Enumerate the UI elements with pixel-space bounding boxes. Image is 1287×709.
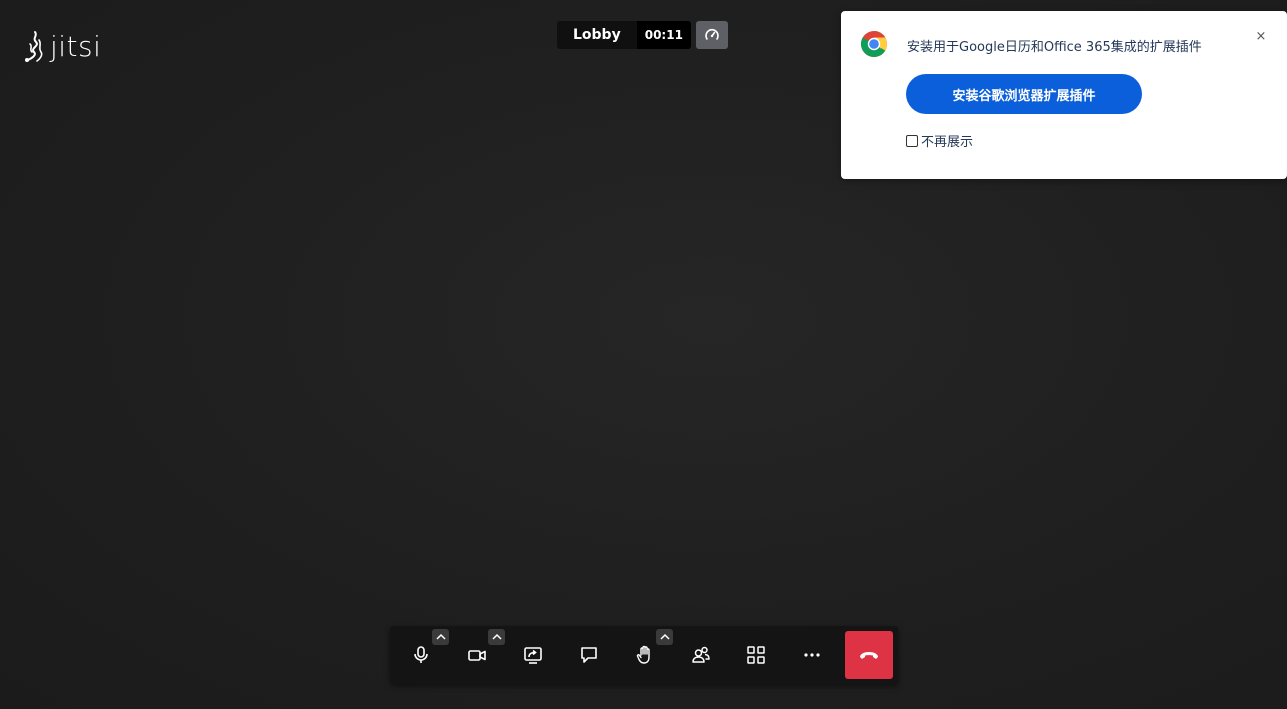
participants-icon <box>692 646 710 663</box>
logo-text: jitsi <box>50 30 102 63</box>
share-screen-icon <box>524 647 542 664</box>
speedometer-icon <box>705 28 719 40</box>
raise-hand-icon <box>636 645 650 664</box>
conference-subject: Lobby <box>557 21 637 49</box>
chrome-icon <box>860 31 887 58</box>
jitsi-logo[interactable]: jitsi <box>24 30 101 64</box>
tile-view-button[interactable] <box>738 637 774 673</box>
conference-timer: 00:11 <box>636 21 691 49</box>
microphone-options-button[interactable] <box>432 629 449 645</box>
dont-show-checkbox[interactable] <box>906 134 918 147</box>
chevron-up-icon <box>435 633 446 640</box>
notification-title: 安装用于Google日历和Office 365集成的扩展插件 <box>907 40 1202 55</box>
more-button[interactable] <box>794 637 830 673</box>
camera-options-button[interactable] <box>488 629 505 645</box>
hangup-icon <box>860 652 878 659</box>
microphone-icon <box>414 646 428 663</box>
participants-button[interactable] <box>683 637 719 673</box>
tile-view-icon <box>747 646 765 664</box>
hangup-button[interactable] <box>845 631 893 679</box>
reactions-options-button[interactable] <box>656 629 673 645</box>
meeting-toolbar <box>390 626 898 684</box>
subject-group: Lobby 00:11 <box>557 21 691 49</box>
close-icon[interactable]: × <box>1253 29 1269 45</box>
connection-indicator[interactable] <box>695 21 728 49</box>
more-icon <box>804 653 820 657</box>
camera-icon <box>468 650 486 661</box>
share-screen-button[interactable] <box>515 637 551 673</box>
chevron-up-icon <box>491 633 502 640</box>
conference-info-bar: Lobby 00:11 <box>557 21 728 49</box>
dont-show-again[interactable]: 不再展示 <box>906 131 973 150</box>
chevron-up-icon <box>659 633 670 640</box>
video-stage: jitsi Lobby 00:11 安装用于Google日历和Office 36… <box>0 0 1287 709</box>
jitsi-logo-icon <box>25 31 43 62</box>
dont-show-label: 不再展示 <box>921 135 974 150</box>
extension-notification: 安装用于Google日历和Office 365集成的扩展插件 × 安装谷歌浏览器… <box>841 11 1287 179</box>
chat-button[interactable] <box>571 637 607 673</box>
install-extension-button[interactable]: 安装谷歌浏览器扩展插件 <box>906 74 1142 114</box>
chat-icon <box>581 647 597 663</box>
